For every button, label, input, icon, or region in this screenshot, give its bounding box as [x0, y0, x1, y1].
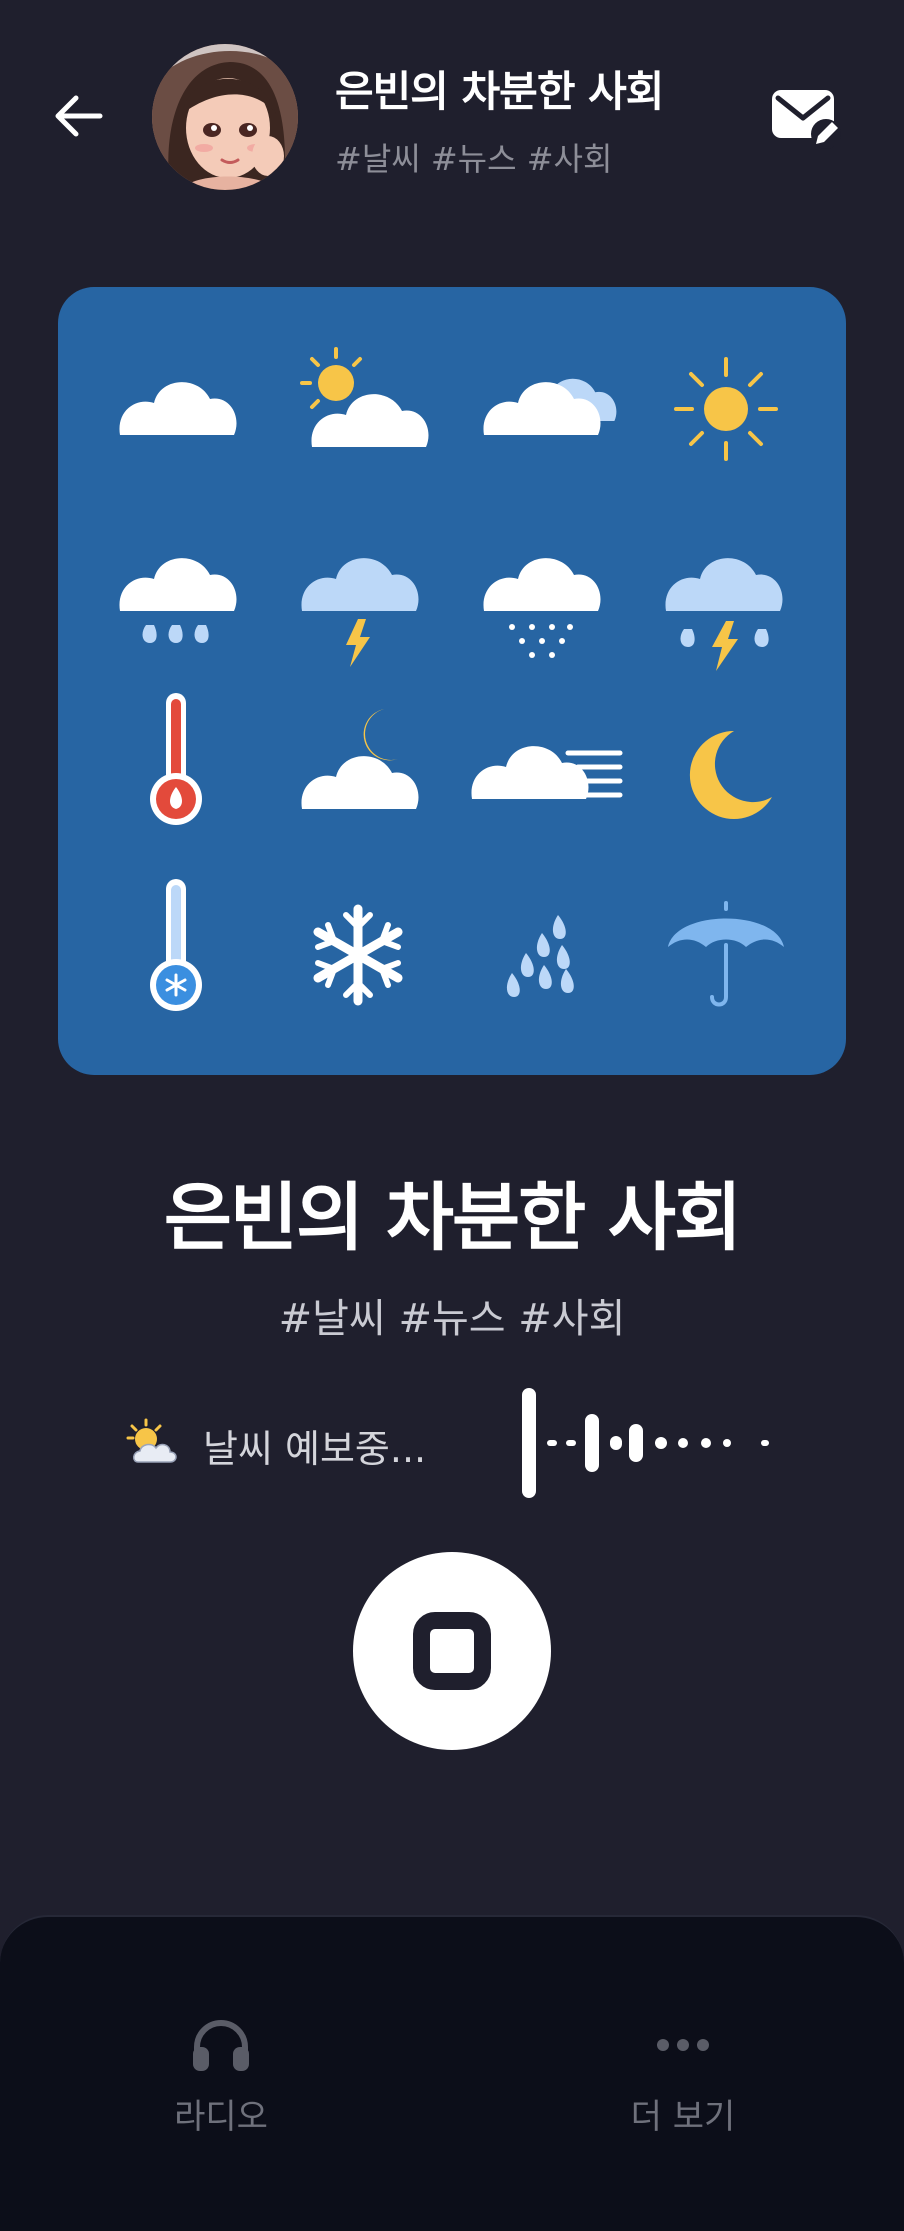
status-text: 날씨 예보중...	[203, 1427, 427, 1471]
cloud-icon	[119, 382, 237, 435]
program-title: 은빈의 차분한 사회	[163, 1175, 742, 1261]
ellipsis-icon	[657, 2039, 709, 2051]
sun-icon	[674, 357, 778, 461]
header: 은빈의 차분한 사회 #날씨 #뉴스 #사회	[0, 0, 904, 230]
weather-artwork	[58, 287, 846, 1075]
snowflake-icon	[313, 904, 403, 1006]
stop-icon	[413, 1612, 491, 1690]
moon-behind-cloud-icon	[301, 709, 419, 809]
clouds-icon	[483, 378, 617, 435]
windy-cloud-icon	[471, 746, 623, 799]
umbrella-icon	[668, 901, 784, 1007]
nav-radio-label: 라디오	[174, 2097, 268, 2137]
audio-waveform	[522, 1388, 769, 1498]
stop-button[interactable]	[353, 1552, 551, 1750]
nav-more[interactable]: 더 보기	[583, 2017, 783, 2157]
crescent-moon-icon	[689, 730, 772, 819]
raindrops-icon	[506, 915, 574, 997]
sun-behind-cloud-emoji	[126, 1418, 177, 1463]
nav-more-label: 더 보기	[630, 2097, 736, 2137]
header-title: 은빈의 차분한 사회	[335, 67, 664, 116]
snow-cloud-icon	[483, 558, 601, 658]
mail-edit-icon[interactable]	[770, 84, 842, 150]
avatar[interactable]	[152, 44, 298, 190]
thunderstorm-rain-icon	[665, 558, 783, 671]
headphones-icon	[193, 2020, 249, 2071]
program-tags: #날씨 #뉴스 #사회	[278, 1296, 626, 1342]
bottom-nav: 라디오 더 보기	[0, 1915, 904, 2231]
cold-thermometer-icon	[150, 879, 202, 1011]
sun-behind-cloud-icon	[300, 347, 429, 447]
thunder-cloud-icon	[301, 558, 419, 667]
rain-cloud-icon	[119, 558, 237, 643]
hot-thermometer-icon	[150, 693, 202, 825]
arrow-left-icon[interactable]	[48, 88, 112, 144]
header-tags: #날씨 #뉴스 #사회	[335, 140, 613, 178]
nav-radio[interactable]: 라디오	[121, 2017, 321, 2157]
